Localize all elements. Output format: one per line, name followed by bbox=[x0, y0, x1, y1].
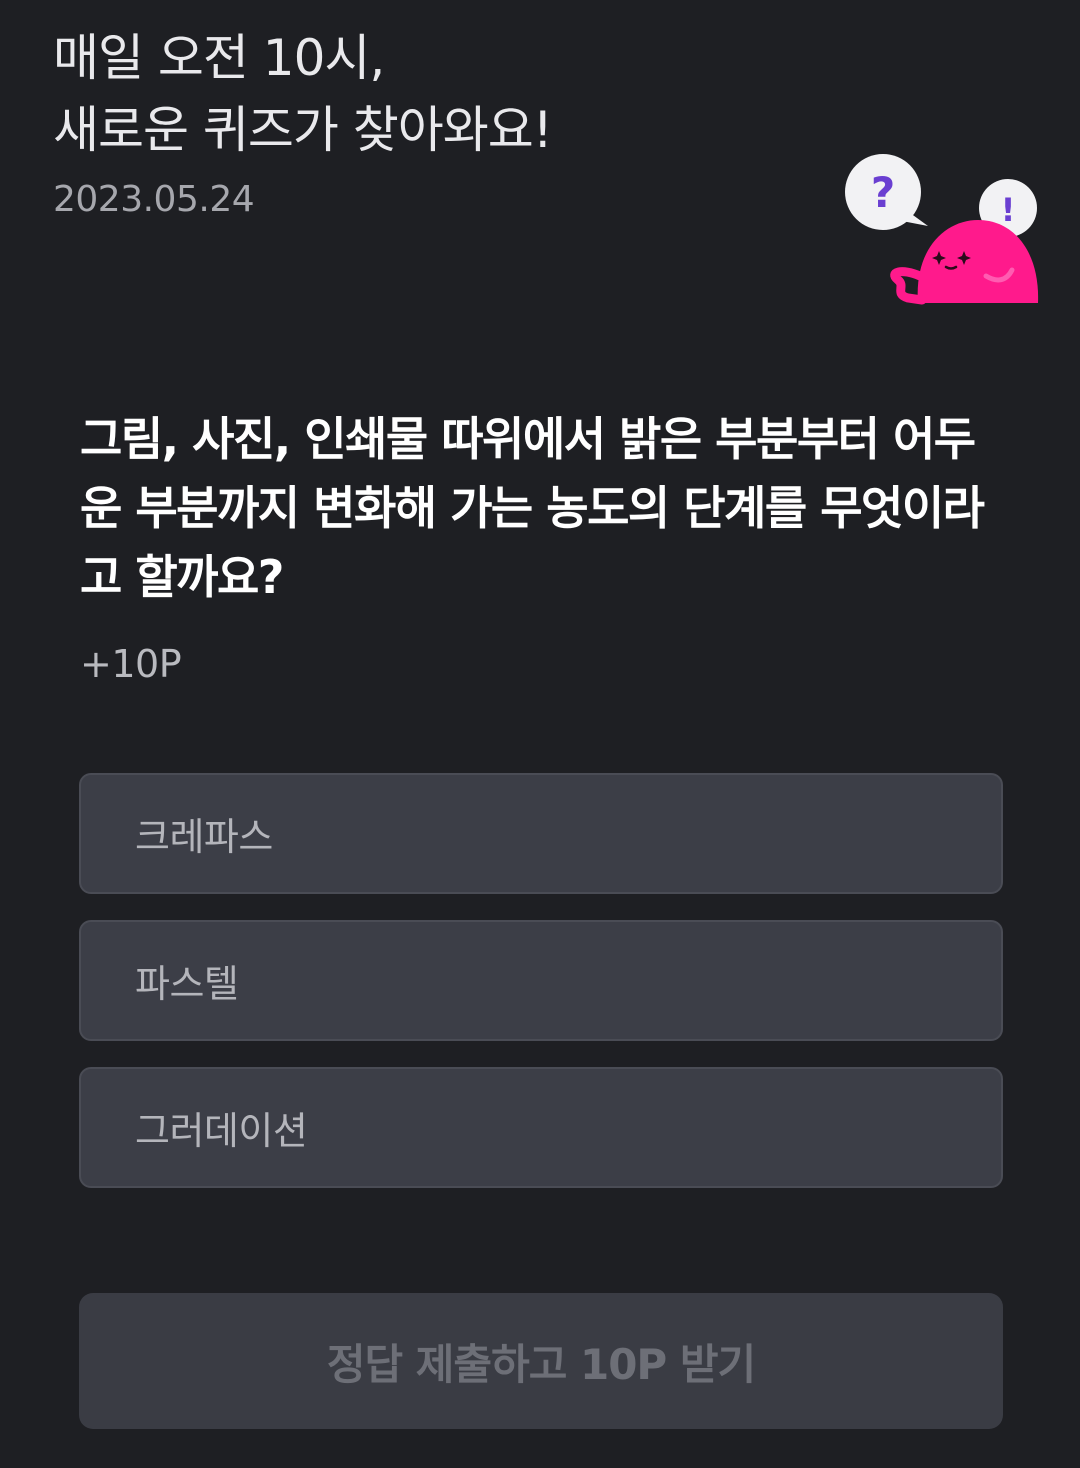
reward-points: +10P bbox=[80, 642, 182, 686]
answer-option-crayon-pastel[interactable]: 크레파스 bbox=[79, 773, 1003, 894]
page-title: 매일 오전 10시, 새로운 퀴즈가 찾아와요! bbox=[53, 22, 813, 166]
answer-option-gradation[interactable]: 그러데이션 bbox=[79, 1067, 1003, 1188]
submit-answer-button[interactable]: 정답 제출하고 10P 받기 bbox=[79, 1293, 1003, 1429]
answer-option-pastel[interactable]: 파스텔 bbox=[79, 920, 1003, 1041]
quiz-mascot-illustration: ? ! bbox=[845, 154, 1039, 305]
question-mark: ? bbox=[871, 168, 895, 217]
quiz-question: 그림, 사진, 인쇄물 따위에서 밝은 부분부터 어두운 부분까지 변화해 가는… bbox=[80, 412, 985, 604]
page-title-line-2: 새로운 퀴즈가 찾아와요! bbox=[53, 101, 553, 159]
answer-option-label: 크레파스 bbox=[135, 815, 273, 859]
header: 매일 오전 10시, 새로운 퀴즈가 찾아와요! 2023.05.24 bbox=[53, 22, 813, 222]
answer-option-label: 그러데이션 bbox=[135, 1109, 308, 1153]
quiz-date: 2023.05.24 bbox=[53, 179, 255, 220]
question-bubble-icon: ? bbox=[845, 154, 928, 230]
quiz-page: 매일 오전 10시, 새로운 퀴즈가 찾아와요! 2023.05.24 ? ! … bbox=[0, 0, 1080, 1468]
answer-option-label: 파스텔 bbox=[135, 962, 239, 1006]
answer-options: 크레파스 파스텔 그러데이션 bbox=[79, 773, 1003, 1214]
exclamation-mark: ! bbox=[1001, 191, 1016, 229]
page-title-line-1: 매일 오전 10시, bbox=[53, 29, 385, 87]
